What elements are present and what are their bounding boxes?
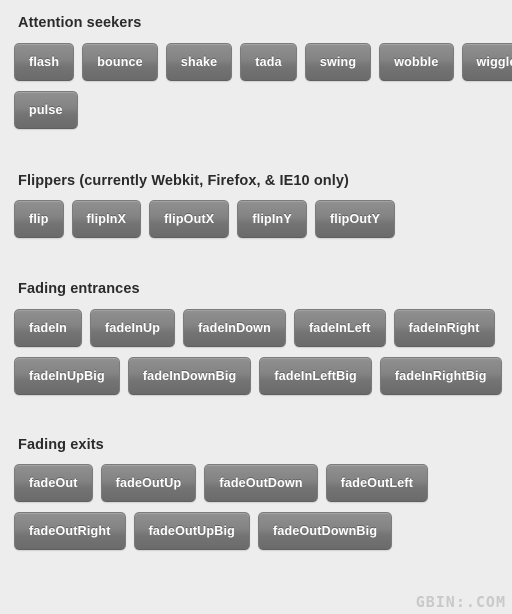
animation-button-fadeinright[interactable]: fadeInRight [393, 308, 495, 347]
animation-button-flipouty[interactable]: flipOutY [314, 200, 396, 238]
animation-button-fadeindownbig[interactable]: fadeInDownBig [127, 356, 252, 395]
section-flippers: Flippers (currently Webkit, Firefox, & I… [14, 129, 498, 238]
animation-button-fadeoutupbig[interactable]: fadeOutUpBig [133, 512, 250, 550]
button-row: flip flipInX flipOutX flipInY flipOutY [14, 200, 498, 238]
animation-button-pulse[interactable]: pulse [14, 90, 78, 129]
button-row: fadeOutRight fadeOutUpBig fadeOutDownBig [14, 512, 498, 550]
animation-button-shake[interactable]: shake [165, 42, 233, 81]
button-group-attention-seekers: flash bounce shake tada swing wobble wig… [14, 42, 512, 129]
button-row: fadeIn fadeInUp fadeInDown fadeInLeft fa… [14, 308, 498, 347]
animation-button-bounce[interactable]: bounce [82, 42, 158, 81]
animation-button-tada[interactable]: tada [240, 42, 297, 81]
animation-button-flash[interactable]: flash [14, 42, 75, 81]
animation-button-flipoutx[interactable]: flipOutX [149, 200, 230, 238]
button-group-flippers: flip flipInX flipOutX flipInY flipOutY [14, 200, 498, 238]
animation-button-fadeinupbig[interactable]: fadeInUpBig [14, 356, 120, 395]
animation-button-fadeoutleft[interactable]: fadeOutLeft [325, 464, 429, 502]
animation-button-fadeinrightbig[interactable]: fadeInRightBig [379, 356, 502, 395]
button-group-fading-exits: fadeOut fadeOutUp fadeOutDown fadeOutLef… [14, 464, 498, 550]
animation-button-fadeinup[interactable]: fadeInUp [90, 308, 176, 347]
button-row: fadeOut fadeOutUp fadeOutDown fadeOutLef… [14, 464, 498, 502]
animation-button-wobble[interactable]: wobble [379, 42, 454, 81]
button-group-fading-entrances: fadeIn fadeInUp fadeInDown fadeInLeft fa… [14, 308, 502, 395]
animation-button-fadein[interactable]: fadeIn [14, 308, 83, 347]
animation-button-wiggle[interactable]: wiggle [461, 42, 512, 81]
animation-button-fadeinleftbig[interactable]: fadeInLeftBig [259, 356, 372, 395]
button-row: fadeInUpBig fadeInDownBig fadeInLeftBig … [14, 356, 502, 395]
animation-demo-page: Attention seekers flash bounce shake tad… [0, 0, 512, 550]
animation-button-fadeindown[interactable]: fadeInDown [183, 308, 286, 347]
animation-button-fadeinleft[interactable]: fadeInLeft [293, 308, 386, 347]
section-fading-exits: Fading exits fadeOut fadeOutUp fadeOutDo… [14, 395, 498, 550]
animation-button-fadeoutright[interactable]: fadeOutRight [14, 512, 126, 550]
animation-button-flip[interactable]: flip [14, 200, 64, 238]
animation-button-fadeoutup[interactable]: fadeOutUp [100, 464, 197, 502]
section-attention-seekers: Attention seekers flash bounce shake tad… [14, 0, 512, 129]
animation-button-fadeoutdownbig[interactable]: fadeOutDownBig [257, 512, 393, 550]
animation-button-fadeoutdown[interactable]: fadeOutDown [204, 464, 318, 502]
section-title-flippers: Flippers (currently Webkit, Firefox, & I… [18, 172, 349, 189]
animation-button-swing[interactable]: swing [304, 42, 372, 81]
animation-button-flipiny[interactable]: flipInY [237, 200, 307, 238]
button-row: pulse [14, 90, 498, 129]
animation-button-flipinx[interactable]: flipInX [71, 200, 142, 238]
animation-button-fadeout[interactable]: fadeOut [14, 464, 93, 502]
section-title-attention-seekers: Attention seekers [18, 15, 142, 31]
button-row: flash bounce shake tada swing wobble wig… [14, 42, 512, 81]
watermark-gbin: GBIN։.COM [415, 593, 506, 611]
section-title-fading-entrances: Fading entrances [18, 281, 140, 297]
section-fading-entrances: Fading entrances fadeIn fadeInUp fadeInD… [14, 238, 502, 395]
section-title-fading-exits: Fading exits [18, 436, 104, 453]
